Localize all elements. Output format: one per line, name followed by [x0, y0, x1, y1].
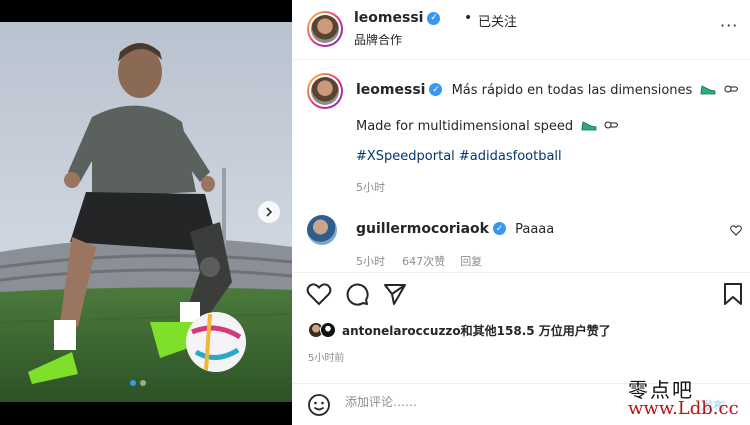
chevron-right-icon: [266, 207, 273, 217]
carousel-dot: [140, 380, 146, 386]
player-photo: [0, 22, 292, 402]
verified-badge-icon: ✓: [493, 222, 506, 235]
post-timestamp: 5小时前: [308, 353, 345, 364]
bookmark-icon[interactable]: [720, 281, 746, 307]
comment-likes[interactable]: 647次赞: [402, 255, 445, 268]
caption-line2: Made for multidimensional speed: [356, 115, 620, 135]
comment-input[interactable]: [345, 395, 645, 409]
caption-text-2: Made for multidimensional speed: [356, 119, 574, 134]
carousel-next-button[interactable]: [258, 201, 280, 223]
post-media: [0, 0, 292, 425]
watermark: 零点吧 www.Ldb.cc: [618, 372, 750, 425]
watermark-url: www.Ldb.cc: [628, 398, 739, 419]
caption-line1: leomessi ✓ Más rápido en todas las dimens…: [356, 79, 740, 99]
pointing-hand-icon: [604, 116, 620, 135]
emoji-icon[interactable]: [307, 393, 331, 417]
carousel-dot-active: [130, 380, 136, 386]
heart-icon[interactable]: [306, 281, 332, 307]
shoe-emoji-icon: [581, 116, 597, 135]
likes-summary: antonelaroccuzzo和其他158.5 万位用户赞了: [308, 318, 611, 342]
liker-avatar[interactable]: [320, 322, 336, 338]
post-header: leomessi ✓ • 已关注 品牌合作 ···: [292, 0, 750, 60]
header-separator: •: [464, 10, 473, 26]
comment-reply-button[interactable]: 回复: [460, 255, 482, 268]
caption-time: 5小时: [356, 181, 385, 194]
comment-like-heart-icon[interactable]: [730, 225, 742, 236]
comment-meta: 5小时 647次赞 回复: [356, 250, 482, 269]
caption-avatar[interactable]: [307, 73, 343, 109]
author-username[interactable]: leomessi ✓: [354, 10, 441, 26]
carousel-indicator: [130, 380, 146, 386]
author-avatar[interactable]: [307, 11, 343, 47]
shoe-emoji-icon: [700, 80, 716, 99]
verified-badge-icon: ✓: [427, 11, 441, 25]
action-bar: [292, 272, 750, 312]
send-icon[interactable]: [382, 281, 408, 307]
commenter-avatar[interactable]: [307, 215, 337, 245]
caption-text-1: Más rápido en todas las dimensiones: [451, 83, 693, 98]
post-photo: [0, 22, 292, 402]
comments-section: leomessi ✓ Más rápido en todas las dimens…: [292, 61, 750, 270]
commenter-username[interactable]: guillermocoriaok: [356, 221, 489, 237]
header-subtitle: 品牌合作: [354, 33, 403, 47]
comment-body: guillermocoriaok ✓ Paaaa: [356, 218, 554, 237]
comment-time: 5小时: [356, 255, 385, 268]
author-username-text[interactable]: leomessi: [354, 10, 423, 26]
post-details-pane: leomessi ✓ • 已关注 品牌合作 ··· leomessi ✓ Más r…: [292, 0, 750, 425]
pointing-hand-icon: [724, 80, 740, 99]
comment-text: Paaaa: [515, 222, 555, 237]
more-options-icon[interactable]: ···: [720, 16, 738, 35]
caption-username[interactable]: leomessi: [356, 82, 425, 98]
follow-status-button[interactable]: 已关注: [478, 11, 517, 30]
comment-icon[interactable]: [344, 281, 370, 307]
caption-hashtags[interactable]: #XSpeedportal #adidasfootball: [356, 149, 562, 164]
verified-badge-icon: ✓: [429, 83, 443, 96]
likes-text[interactable]: antonelaroccuzzo和其他158.5 万位用户赞了: [342, 322, 611, 339]
